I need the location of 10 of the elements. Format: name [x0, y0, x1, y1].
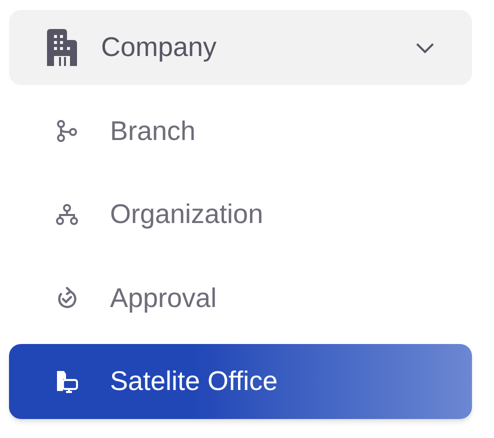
refresh-check-icon	[56, 287, 78, 309]
hierarchy-icon	[56, 204, 78, 226]
building-monitor-icon	[55, 370, 79, 394]
menu-item[interactable]: Branch	[9, 94, 472, 168]
building-icon	[47, 29, 77, 66]
menu-item[interactable]: Satelite Office	[9, 344, 472, 419]
menu-item[interactable]: Organization	[9, 177, 472, 252]
menu-item[interactable]: Approval	[9, 260, 472, 336]
branch-icon	[57, 120, 77, 142]
menu-header[interactable]: Company	[9, 10, 472, 85]
